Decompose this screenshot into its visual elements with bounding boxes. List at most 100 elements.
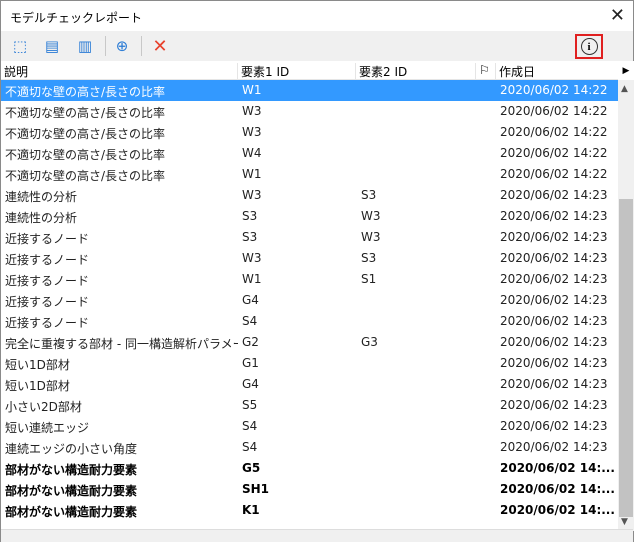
created-date-cell: 2020/06/02 14:23 [500,293,608,307]
toolbar-separator [141,36,142,56]
table-row[interactable]: 短い1D部材 G1 2020/06/02 14:23 [1,353,618,374]
created-date-cell: 2020/06/02 14:22 [500,125,608,139]
column-header-element1-id[interactable]: 要素1 ID [238,63,356,80]
description-cell: 近接するノード [5,232,90,246]
status-bar [1,529,633,542]
window-title: モデルチェックレポート [10,11,143,25]
add-report-button[interactable]: ⊕ [111,35,133,57]
table-row[interactable]: 完全に重複する部材 - 同一構造解析パラメータ G2 G3 2020/06/02 14… [1,332,618,353]
report-button-1[interactable]: ▤ [41,35,63,57]
delete-icon: ✕ [152,35,168,57]
element1-id-cell: W4 [242,146,262,160]
element2-id-cell: G3 [361,335,378,349]
description-cell: 連続性の分析 [5,211,78,225]
description-cell: 部材がない構造耐力要素 [5,463,138,477]
description-cell: 不適切な壁の高さ/長さの比率 [5,148,166,162]
table-row[interactable]: 短い1D部材 G4 2020/06/02 14:23 [1,374,618,395]
column-header-element2-id[interactable]: 要素2 ID [356,63,476,80]
table-row[interactable]: 近接するノード W3 S3 2020/06/02 14:23 [1,248,618,269]
element1-id-cell: S4 [242,419,258,433]
column-header-created[interactable]: 作成日 [496,63,618,80]
vertical-scrollbar[interactable]: ▲ ▼ [618,80,634,531]
element2-id-cell: S3 [361,188,377,202]
element1-id-cell: W3 [242,251,262,265]
created-date-cell: 2020/06/02 14:23 [500,398,608,412]
description-cell: 短い1D部材 [5,358,70,372]
table-row[interactable]: 連続エッジの小さい角度 S4 2020/06/02 14:23 [1,437,618,458]
delete-button[interactable]: ✕ [149,35,171,57]
table-row[interactable]: 不適切な壁の高さ/長さの比率 W1 2020/06/02 14:22 [1,80,618,101]
element1-id-cell: W3 [242,104,262,118]
toolbar-separator [105,36,106,56]
created-date-cell: 2020/06/02 14:... [500,461,615,475]
report-icon: ▤ [44,37,60,55]
created-date-cell: 2020/06/02 14:23 [500,272,608,286]
table-row[interactable]: 小さい2D部材 S5 2020/06/02 14:23 [1,395,618,416]
description-cell: 短い1D部材 [5,379,70,393]
title-bar: モデルチェックレポート ✕ [1,1,633,31]
created-date-cell: 2020/06/02 14:23 [500,251,608,265]
report-button-2[interactable]: ▥ [74,35,96,57]
table-header: 説明 要素1 ID 要素2 ID ⚐ 作成日 [1,61,618,80]
description-cell: 近接するノード [5,274,90,288]
description-cell: 不適切な壁の高さ/長さの比率 [5,85,166,99]
table-row[interactable]: 近接するノード S4 2020/06/02 14:23 [1,311,618,332]
table-row[interactable]: 部材がない構造耐力要素 SH1 2020/06/02 14:... [1,479,618,500]
description-cell: 部材がない構造耐力要素 [5,484,138,498]
scroll-right-button[interactable]: ▶ [618,61,634,80]
element2-id-cell: S1 [361,272,377,286]
close-button[interactable]: ✕ [610,5,625,26]
table-row[interactable]: 近接するノード G4 2020/06/02 14:23 [1,290,618,311]
description-cell: 連続性の分析 [5,190,78,204]
scrollbar-thumb[interactable] [619,199,633,517]
table-row[interactable]: 不適切な壁の高さ/長さの比率 W3 2020/06/02 14:22 [1,101,618,122]
description-cell: 連続エッジの小さい角度 [5,442,138,456]
table-row[interactable]: 近接するノード S3 W3 2020/06/02 14:23 [1,227,618,248]
scroll-up-button[interactable]: ▲ [621,84,628,94]
table-row[interactable]: 連続性の分析 S3 W3 2020/06/02 14:23 [1,206,618,227]
table-row[interactable]: 近接するノード W1 S1 2020/06/02 14:23 [1,269,618,290]
created-date-cell: 2020/06/02 14:23 [500,335,608,349]
description-cell: 近接するノード [5,295,90,309]
created-date-cell: 2020/06/02 14:23 [500,314,608,328]
element1-id-cell: K1 [242,503,260,517]
element1-id-cell: W1 [242,83,262,97]
element1-id-cell: S3 [242,230,258,244]
created-date-cell: 2020/06/02 14:... [500,503,615,517]
element2-id-cell: S3 [361,251,377,265]
table-row[interactable]: 不適切な壁の高さ/長さの比率 W3 2020/06/02 14:22 [1,122,618,143]
element1-id-cell: G1 [242,356,259,370]
select-elements-icon: ⬚ [12,37,28,55]
created-date-cell: 2020/06/02 14:23 [500,230,608,244]
description-cell: 近接するノード [5,253,90,267]
element1-id-cell: S3 [242,209,258,223]
element1-id-cell: S4 [242,314,258,328]
created-date-cell: 2020/06/02 14:23 [500,440,608,454]
scroll-down-button[interactable]: ▼ [621,517,628,527]
column-header-flag[interactable]: ⚐ [476,63,496,80]
description-cell: 不適切な壁の高さ/長さの比率 [5,127,166,141]
report-table: 不適切な壁の高さ/長さの比率 W1 2020/06/02 14:22 不適切な壁の高さ… [1,80,618,521]
created-date-cell: 2020/06/02 14:23 [500,188,608,202]
element1-id-cell: W1 [242,167,262,181]
column-header-description[interactable]: 説明 [1,63,238,80]
table-row[interactable]: 連続性の分析 W3 S3 2020/06/02 14:23 [1,185,618,206]
created-date-cell: 2020/06/02 14:22 [500,167,608,181]
table-row[interactable]: 不適切な壁の高さ/長さの比率 W1 2020/06/02 14:22 [1,164,618,185]
table-row[interactable]: 短い連続エッジ S4 2020/06/02 14:23 [1,416,618,437]
description-cell: 部材がない構造耐力要素 [5,505,138,519]
table-row[interactable]: 不適切な壁の高さ/長さの比率 W4 2020/06/02 14:22 [1,143,618,164]
element1-id-cell: W3 [242,188,262,202]
element1-id-cell: S5 [242,398,258,412]
table-row[interactable]: 部材がない構造耐力要素 G5 2020/06/02 14:... [1,458,618,479]
select-elements-button[interactable]: ⬚ [9,35,31,57]
description-cell: 小さい2D部材 [5,400,82,414]
created-date-cell: 2020/06/02 14:22 [500,104,608,118]
element1-id-cell: G5 [242,461,261,475]
element2-id-cell: W3 [361,230,381,244]
created-date-cell: 2020/06/02 14:23 [500,377,608,391]
element1-id-cell: SH1 [242,482,270,496]
table-row[interactable]: 部材がない構造耐力要素 K1 2020/06/02 14:... [1,500,618,521]
info-button[interactable]: i [575,34,603,59]
element1-id-cell: G2 [242,335,259,349]
